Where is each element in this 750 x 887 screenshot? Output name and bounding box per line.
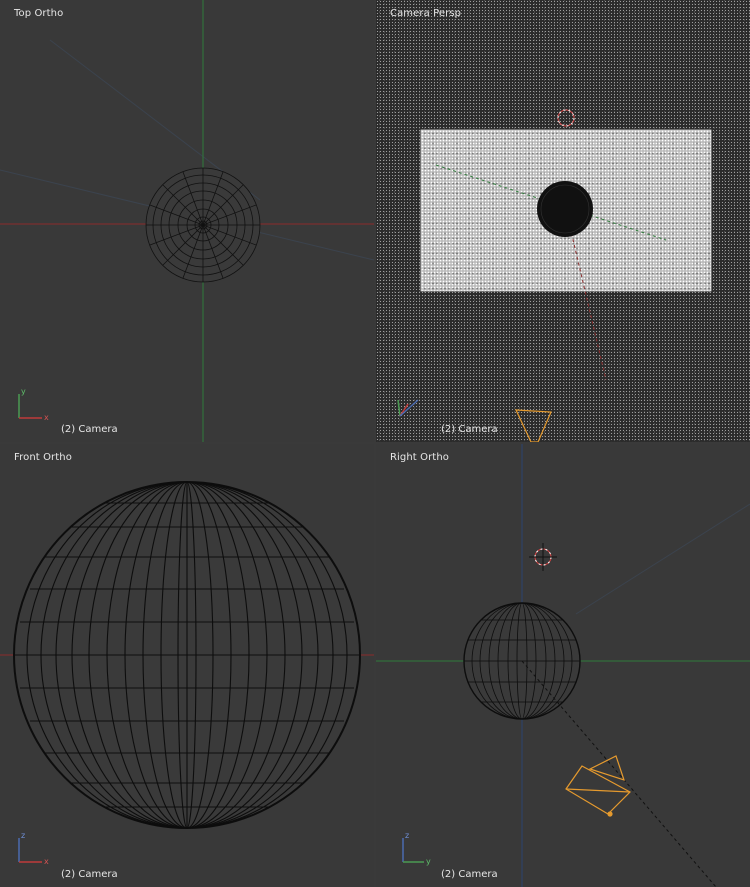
viewport-camera-persp[interactable]: Camera Persp (2) Camera bbox=[376, 0, 750, 442]
camera-object-icon bbox=[515, 409, 552, 442]
viewport-title: Top Ortho bbox=[14, 8, 64, 19]
svg-text:z: z bbox=[21, 831, 25, 840]
right-ortho-canvas bbox=[376, 444, 750, 887]
axis-gizmo-icon: z y bbox=[398, 830, 438, 870]
svg-text:z: z bbox=[405, 831, 409, 840]
sphere-top-wireframe bbox=[145, 167, 261, 283]
camera-persp-canvas bbox=[420, 109, 712, 442]
viewport-right-ortho[interactable]: Right Ortho z y (2) Camera bbox=[376, 444, 750, 887]
viewport-title: Right Ortho bbox=[390, 452, 449, 463]
svg-text:x: x bbox=[44, 413, 49, 422]
camera-object-icon bbox=[565, 755, 631, 817]
3d-cursor-icon bbox=[529, 543, 557, 571]
axis-gizmo-icon: z x bbox=[14, 830, 54, 870]
svg-text:y: y bbox=[21, 387, 26, 396]
active-object-label: (2) Camera bbox=[441, 869, 498, 880]
active-object-label: (2) Camera bbox=[61, 424, 118, 435]
3d-cursor-icon bbox=[557, 109, 575, 127]
viewport-title: Camera Persp bbox=[390, 8, 462, 19]
active-object-label: (2) Camera bbox=[61, 869, 118, 880]
sphere-front-wireframe bbox=[13, 481, 361, 829]
viewport-front-ortho[interactable]: Front Ortho z x (2) Camera bbox=[0, 444, 374, 887]
viewport-title: Front Ortho bbox=[14, 452, 72, 463]
svg-text:x: x bbox=[44, 857, 49, 866]
axis-gizmo-icon bbox=[390, 390, 430, 430]
top-ortho-canvas bbox=[0, 0, 374, 442]
front-ortho-canvas bbox=[0, 481, 374, 829]
viewport-top-ortho[interactable]: Top Ortho y x (2) Camera bbox=[0, 0, 374, 442]
axis-gizmo-icon: y x bbox=[14, 386, 54, 426]
active-object-label: (2) Camera bbox=[441, 424, 498, 435]
svg-text:y: y bbox=[426, 857, 431, 866]
